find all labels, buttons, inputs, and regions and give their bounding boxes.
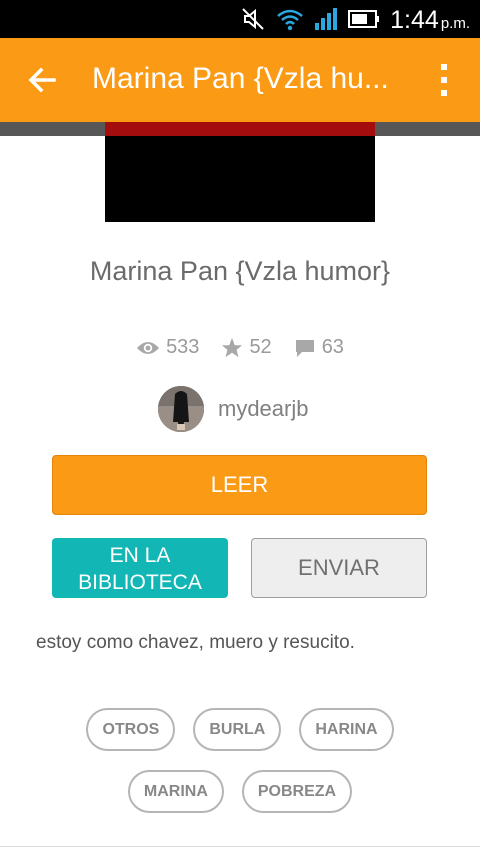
story-stats: 533 52 63 (0, 336, 480, 359)
cover-art (105, 122, 375, 136)
tag-harina[interactable]: HARINA (299, 708, 394, 751)
signal-icon (315, 8, 337, 30)
votes-count: 52 (249, 336, 272, 358)
story-description: estoy como chavez, muero y resucito. (36, 632, 355, 653)
send-button[interactable]: ENVIAR (251, 538, 427, 598)
tag-pobreza[interactable]: POBREZA (241, 770, 353, 813)
read-button[interactable]: LEER (52, 455, 427, 515)
avatar[interactable] (158, 386, 204, 432)
in-library-label-line2: BIBLIOTECA (78, 571, 202, 594)
status-icons (240, 6, 380, 32)
tag-row: OTROS BURLA HARINA (0, 708, 480, 751)
author-name[interactable]: mydearjb (218, 396, 308, 422)
app-bar-title: Marina Pan {Vzla hu... (92, 62, 389, 95)
tag-burla[interactable]: BURLA (193, 708, 282, 751)
clock-ampm: p.m. (440, 15, 470, 32)
comments-stat: 63 (294, 336, 344, 359)
star-icon (222, 337, 243, 357)
eye-icon (137, 341, 160, 354)
in-library-button[interactable]: EN LA BIBLIOTECA (52, 538, 228, 598)
tag-marina[interactable]: MARINA (127, 770, 224, 813)
tag-list: OTROS BURLA HARINA MARINA POBREZA (0, 708, 480, 832)
wifi-icon (277, 9, 303, 31)
avatar-image (158, 386, 204, 432)
author-row[interactable]: mydearjb (158, 386, 308, 432)
overflow-menu-icon[interactable] (430, 62, 458, 98)
comments-count: 63 (321, 336, 344, 358)
clock-time: 1:44 (390, 6, 439, 34)
status-bar: 1:44 p.m. (0, 0, 480, 38)
tag-row: MARINA POBREZA (0, 770, 480, 813)
clock: 1:44 p.m. (390, 6, 470, 35)
votes-stat: 52 (221, 336, 272, 359)
views-stat: 533 (136, 336, 199, 359)
battery-icon (348, 10, 379, 28)
tag-otros[interactable]: OTROS (86, 708, 176, 751)
comment-icon (295, 339, 314, 357)
mute-icon (242, 8, 264, 30)
bottom-divider (0, 846, 480, 847)
story-title: Marina Pan {Vzla humor} (89, 256, 391, 286)
story-cover[interactable] (105, 122, 375, 222)
views-count: 533 (166, 336, 200, 358)
in-library-label-line1: EN LA (109, 544, 171, 567)
app-bar: Marina Pan {Vzla hu... (0, 38, 480, 122)
back-arrow-icon[interactable] (24, 62, 60, 98)
